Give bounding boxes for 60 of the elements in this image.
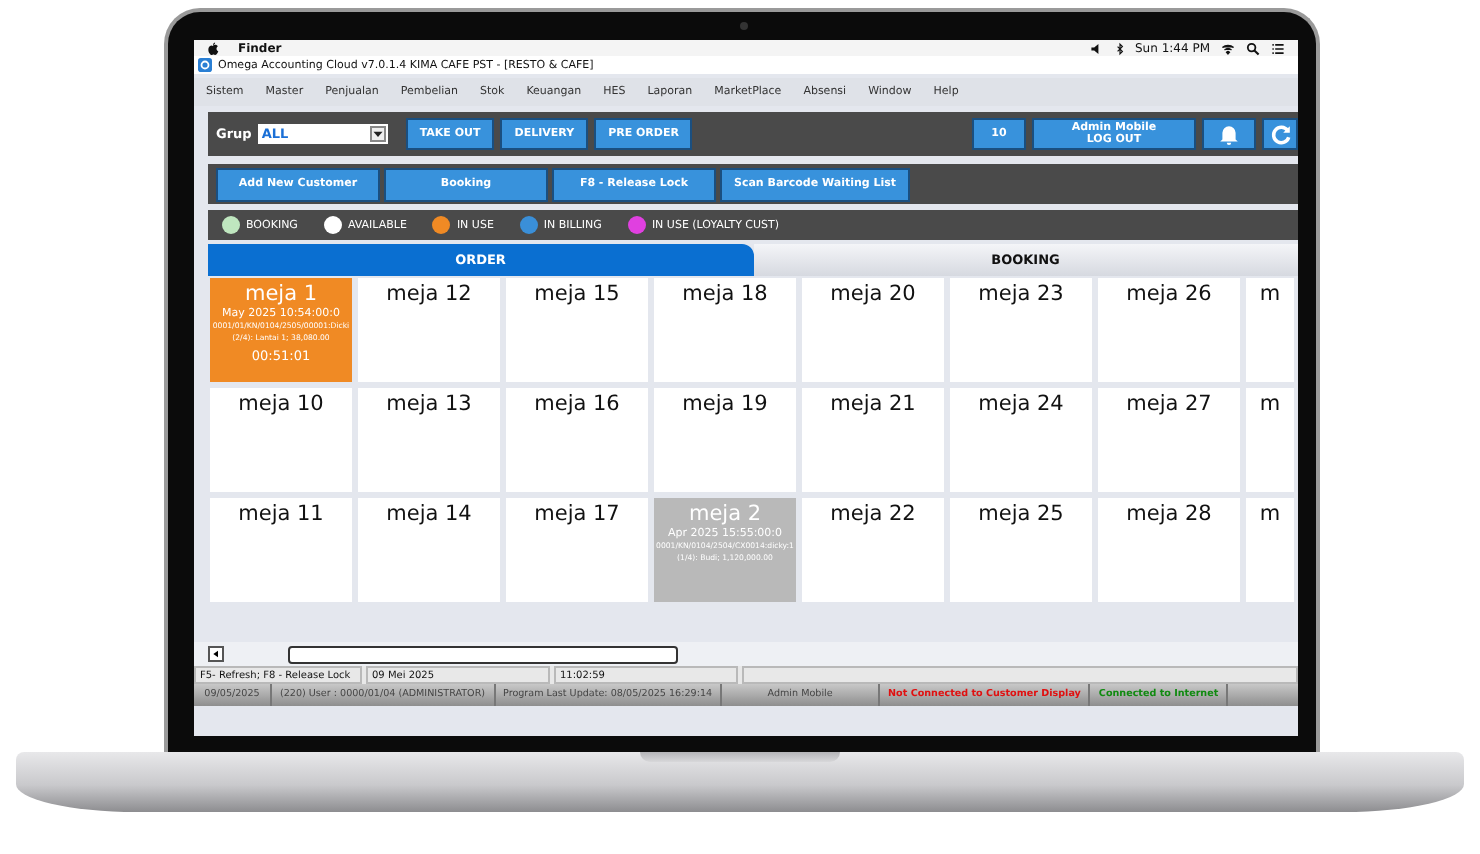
- bell-icon: [1218, 123, 1240, 145]
- table-name: meja 15: [534, 282, 620, 308]
- table-name: meja 10: [238, 392, 324, 418]
- wifi-icon[interactable]: [1220, 41, 1236, 55]
- table-tile[interactable]: meja 27: [1098, 388, 1240, 492]
- table-tile[interactable]: meja 26: [1098, 278, 1240, 382]
- table-tile[interactable]: m: [1246, 388, 1294, 492]
- table-name: meja 17: [534, 502, 620, 528]
- table-tile[interactable]: meja 28: [1098, 498, 1240, 602]
- table-name: m: [1259, 502, 1281, 528]
- table-name: meja 28: [1126, 502, 1212, 528]
- apple-icon[interactable]: [206, 41, 220, 55]
- table-tile[interactable]: meja 12: [358, 278, 500, 382]
- table-tile[interactable]: meja 25: [950, 498, 1092, 602]
- table-tile[interactable]: meja 18: [654, 278, 796, 382]
- bluetooth-icon[interactable]: [1113, 41, 1125, 55]
- table-name: meja 20: [830, 282, 916, 308]
- camera-dot: [740, 22, 748, 30]
- table-name: meja 27: [1126, 392, 1212, 418]
- table-name: meja 1: [244, 282, 318, 307]
- table-name: m: [1259, 392, 1281, 418]
- table-tile[interactable]: meja 15: [506, 278, 648, 382]
- table-name: meja 2: [688, 502, 762, 527]
- table-name: meja 23: [978, 282, 1064, 308]
- table-tile[interactable]: meja 20: [802, 278, 944, 382]
- table-name: meja 14: [386, 502, 472, 528]
- table-name: meja 11: [238, 502, 324, 528]
- table-tile[interactable]: meja 14: [358, 498, 500, 602]
- table-name: m: [1259, 282, 1281, 308]
- table-tile[interactable]: m: [1246, 498, 1294, 602]
- table-tile[interactable]: meja 11: [210, 498, 352, 602]
- table-name: meja 21: [830, 392, 916, 418]
- table-name: meja 16: [534, 392, 620, 418]
- table-name: meja 13: [386, 392, 472, 418]
- table-name: meja 22: [830, 502, 916, 528]
- table-name: meja 24: [978, 392, 1064, 418]
- dropdown-arrow-icon: [369, 126, 386, 142]
- table-tile[interactable]: meja 16: [506, 388, 648, 492]
- notification-button[interactable]: [1202, 118, 1256, 150]
- scroll-thumb[interactable]: [288, 645, 678, 663]
- table-tile[interactable]: meja 23: [950, 278, 1092, 382]
- search-icon[interactable]: [1246, 41, 1260, 55]
- table-name: meja 26: [1126, 282, 1212, 308]
- table-tile[interactable]: meja 21: [802, 388, 944, 492]
- table-tile[interactable]: meja 22: [802, 498, 944, 602]
- table-tile[interactable]: meja 13: [358, 388, 500, 492]
- table-tile[interactable]: meja 24: [950, 388, 1092, 492]
- refresh-icon: [1270, 123, 1292, 145]
- table-tile[interactable]: meja 17: [506, 498, 648, 602]
- table-name: meja 12: [386, 282, 472, 308]
- refresh-button[interactable]: [1262, 118, 1298, 150]
- table-tile[interactable]: meja 10: [210, 388, 352, 492]
- table-tile[interactable]: meja 19: [654, 388, 796, 492]
- table-name: meja 18: [682, 282, 768, 308]
- table-name: meja 19: [682, 392, 768, 418]
- table-tile[interactable]: m: [1246, 278, 1294, 382]
- list-icon[interactable]: [1270, 41, 1286, 55]
- table-name: meja 25: [978, 502, 1064, 528]
- left-arrow-icon: [212, 650, 220, 658]
- scroll-left-button[interactable]: [208, 646, 224, 662]
